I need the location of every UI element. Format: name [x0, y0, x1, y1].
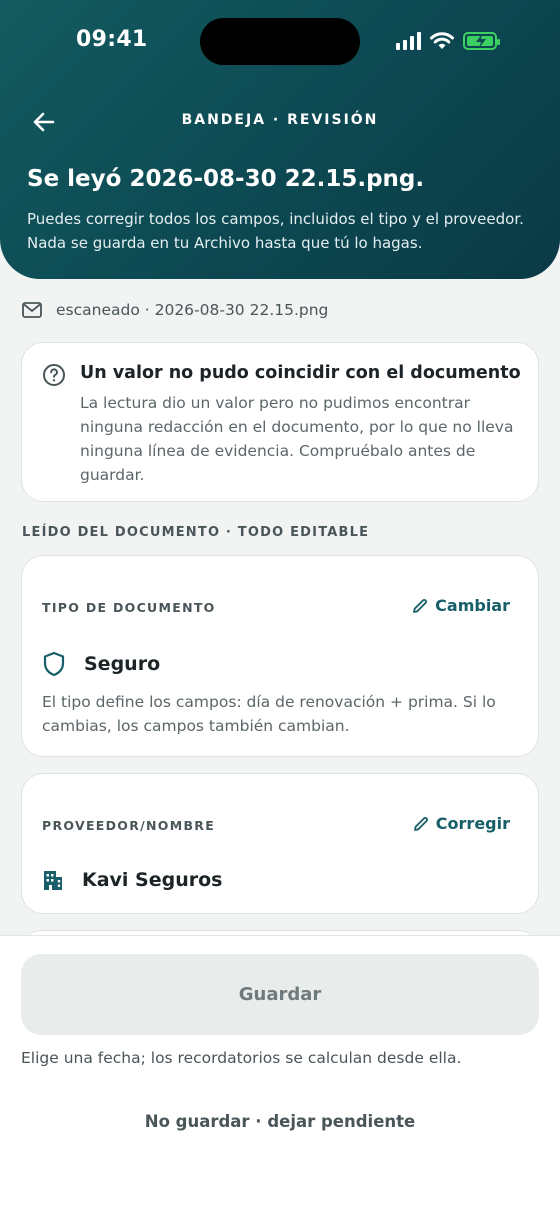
status-icons: [396, 28, 500, 54]
battery-charging-icon: [463, 32, 500, 50]
wifi-icon: [430, 32, 454, 49]
notice-title: Un valor no pudo coincidir con el docume…: [80, 363, 521, 383]
document-type-value[interactable]: Seguro: [42, 651, 160, 677]
footer: Guardar Elige una fecha; los recordatori…: [0, 935, 560, 1217]
shield-icon: [43, 651, 65, 677]
pencil-icon: [413, 816, 428, 831]
correct-provider-label: Corregir: [435, 814, 510, 833]
question-circle-icon: [43, 364, 65, 386]
skip-save-link[interactable]: No guardar · dejar pendiente: [0, 1112, 560, 1131]
header: 09:41 BANDEJA · REVISIÓN Se leyó 2026-08…: [0, 0, 560, 279]
status-time: 09:41: [76, 27, 148, 52]
document-type-label: TIPO DE DOCUMENTO: [42, 600, 216, 615]
dynamic-island: [200, 18, 360, 65]
correct-provider-button[interactable]: Corregir: [413, 814, 510, 833]
save-hint: Elige una fecha; los recordatorios se ca…: [21, 1049, 462, 1067]
cellular-signal-icon: [396, 32, 421, 50]
breadcrumb: BANDEJA · REVISIÓN: [181, 112, 379, 128]
notice-body: La lectura dio un valor pero no pudimos …: [80, 394, 514, 484]
change-type-button[interactable]: Cambiar: [412, 596, 510, 615]
pencil-icon: [413, 598, 428, 613]
building-icon: [44, 871, 62, 890]
source-text: escaneado · 2026-08-30 22.15.png: [56, 301, 329, 319]
provider-text: Kavi Seguros: [82, 869, 223, 891]
section-label: LEÍDO DEL DOCUMENTO · TODO EDITABLE: [22, 525, 370, 540]
document-type-text: Seguro: [84, 653, 161, 675]
mismatch-notice-card: Un valor no pudo coincidir con el docume…: [21, 342, 539, 502]
source-line: escaneado · 2026-08-30 22.15.png: [22, 301, 328, 319]
page-description: Puedes corregir todos los campos, inclui…: [27, 210, 524, 252]
document-type-card: TIPO DE DOCUMENTO Cambiar Seguro El tipo…: [21, 555, 539, 757]
provider-label: PROVEEDOR/NOMBRE: [42, 818, 216, 833]
page-title: Se leyó 2026-08-30 22.15.png.: [27, 166, 425, 192]
change-type-label: Cambiar: [435, 596, 510, 615]
provider-value[interactable]: Kavi Seguros: [42, 869, 223, 891]
mail-icon: [22, 302, 42, 318]
document-type-hint: El tipo define los campos: día de renova…: [42, 693, 496, 735]
provider-card: PROVEEDOR/NOMBRE Corregir Kavi Seguros: [21, 773, 539, 914]
save-button[interactable]: Guardar: [21, 954, 539, 1035]
